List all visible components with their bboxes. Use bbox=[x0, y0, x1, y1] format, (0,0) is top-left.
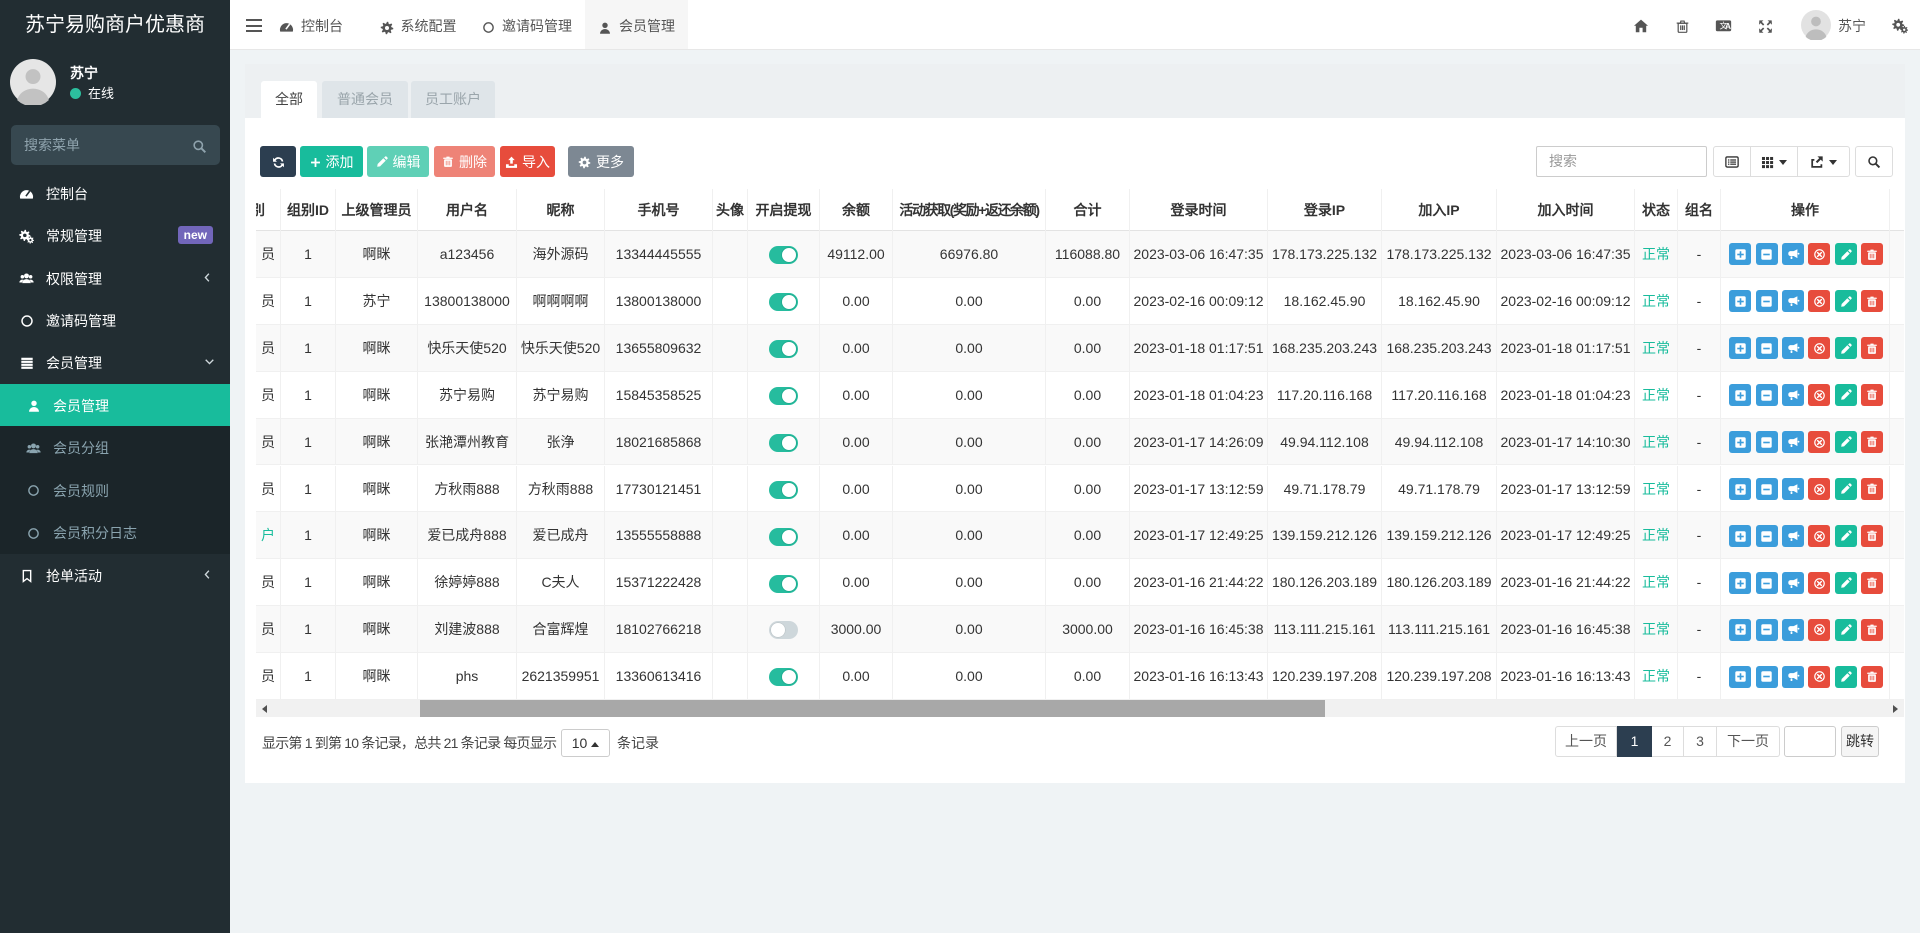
svg-text:A: A bbox=[1725, 21, 1731, 31]
